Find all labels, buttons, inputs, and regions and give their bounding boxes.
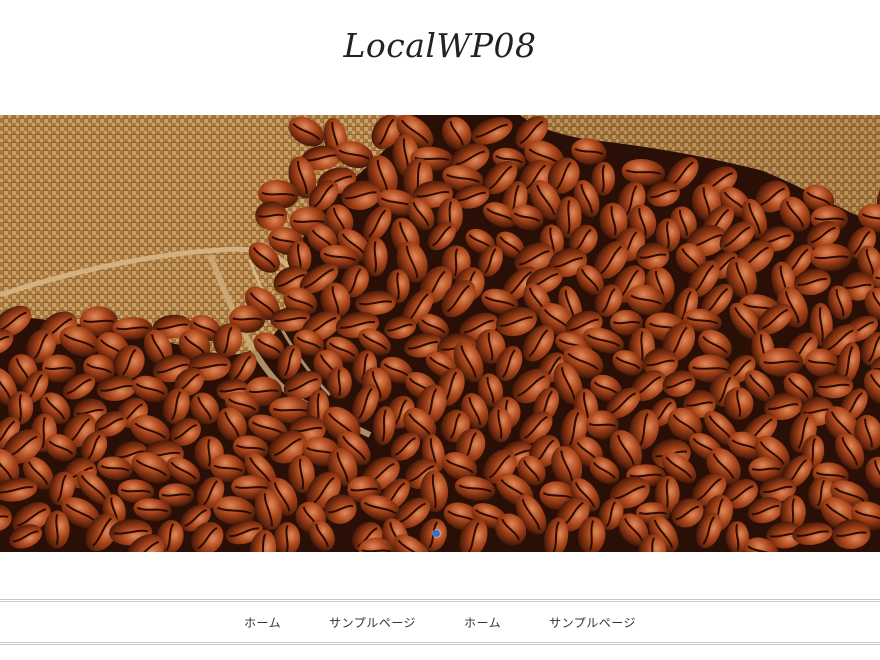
nav-item-home-2[interactable]: ホーム [440,614,525,631]
nav-list: ホーム サンプルページ ホーム サンプルページ [0,602,880,642]
coffee-bean [759,347,804,377]
coffee-beans-image [0,115,880,552]
site-header: LocalWP08 [0,0,880,115]
nav-item-home[interactable]: ホーム [220,614,305,631]
nav-item-sample-page-2[interactable]: サンプルページ [525,614,660,631]
main-navigation: ホーム サンプルページ ホーム サンプルページ [0,599,880,645]
hero-image [0,115,880,552]
page: LocalWP08 ホーム サンプルページ ホーム サンプルページ [0,0,880,660]
slider-dot-active[interactable] [433,530,440,537]
nav-item-sample-page[interactable]: サンプルページ [305,614,440,631]
site-title-link[interactable]: LocalWP08 [0,22,880,70]
coffee-bean [810,243,853,271]
